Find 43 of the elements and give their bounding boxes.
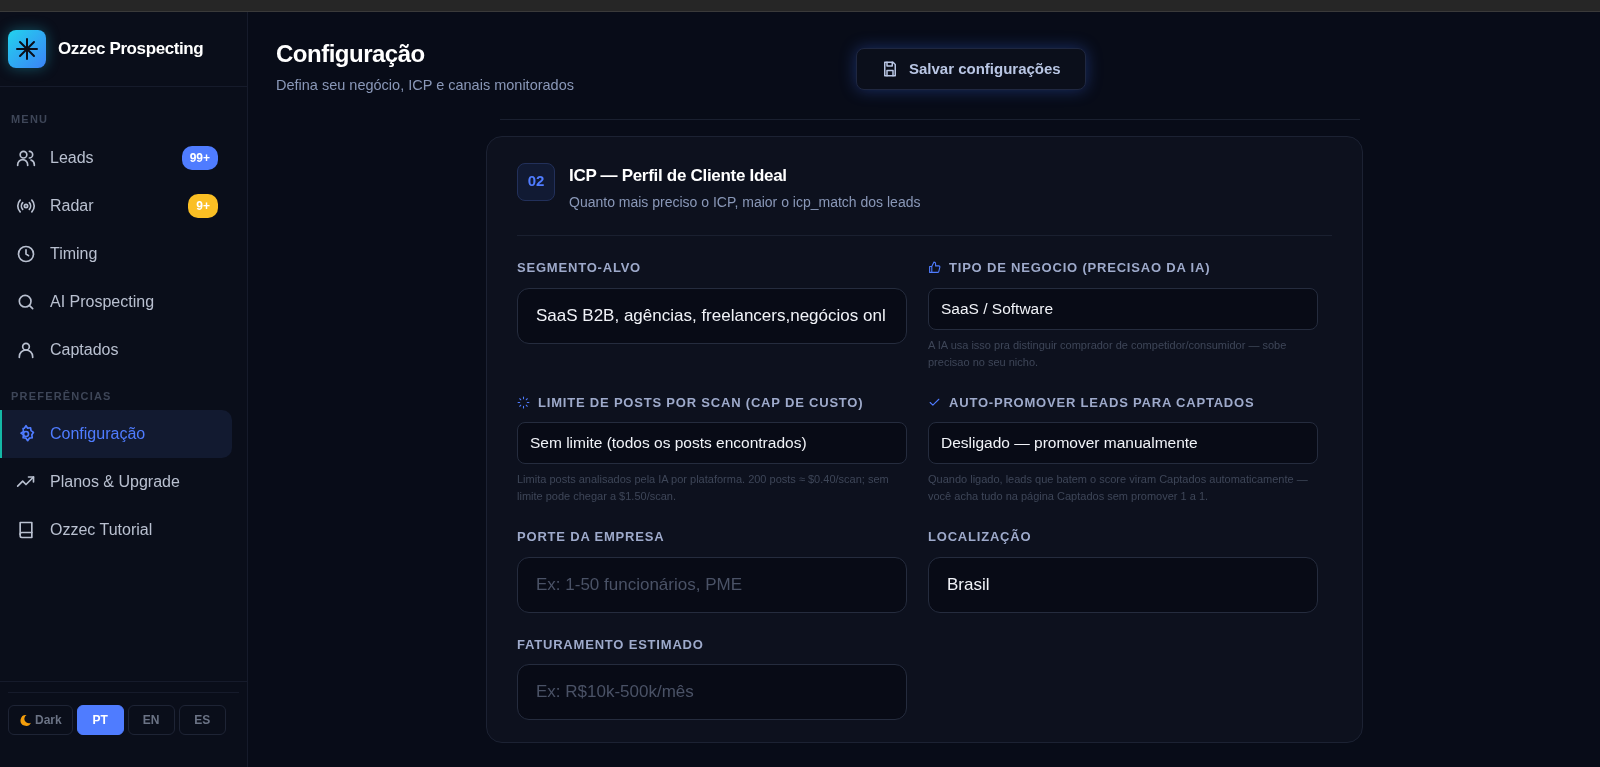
language-button[interactable]: ES — [178, 705, 226, 735]
section-title: MENU — [10, 112, 50, 127]
nav-item[interactable]: Configuração — [0, 410, 232, 458]
nav-item[interactable]: Planos & Upgrade — [0, 458, 232, 506]
select-field[interactable]: SaaS / Software — [928, 287, 1318, 330]
section-subtitle: Quanto mais preciso o ICP, maior o icp_match dos leads — [569, 193, 921, 213]
section-number: 02 — [517, 162, 555, 201]
page-title: Configuração — [276, 40, 426, 69]
nav-item[interactable]: Timing — [0, 229, 232, 278]
input-field[interactable]: Brasil — [928, 556, 1318, 613]
field-label: PORTE DA EMPRESA — [517, 528, 665, 547]
select-field[interactable]: Desligado — promover manualmente — [928, 422, 1318, 465]
clock-icon — [16, 243, 36, 264]
count-badge: 9+ — [188, 193, 218, 218]
brand-name: Ozzec Prospecting — [58, 38, 204, 61]
field-label: LIMITE DE POSTS POR SCAN (CAP DE CUSTO) — [538, 393, 864, 412]
field-label: FATURAMENTO ESTIMADO — [517, 635, 704, 654]
nav-item[interactable]: AI Prospecting — [0, 277, 232, 326]
count-badge: 99+ — [181, 145, 218, 170]
section-title: PREFERÊNCIAS — [10, 388, 113, 404]
input-field[interactable]: SaaS B2B, agências, freelancers,negócios onl — [517, 287, 907, 344]
field-label: SEGMENTO-ALVO — [517, 259, 642, 278]
select-field[interactable]: Sem limite (todos os posts encontrados) — [517, 422, 907, 465]
nav-item[interactable]: Captados — [0, 325, 232, 374]
language-button[interactable]: EN — [127, 705, 175, 735]
section-title: ICP — Perfil de Cliente Ideal — [569, 164, 788, 187]
field-label: TIPO DE NEGOCIO (PRECISAO DA IA) — [949, 259, 1211, 278]
nav-item[interactable]: Ozzec Tutorial — [0, 506, 232, 554]
language-button[interactable]: PT — [76, 705, 124, 735]
moon-icon — [19, 713, 32, 727]
field-label: AUTO-PROMOVER LEADS PARA CAPTADOS — [949, 393, 1255, 412]
nav-item[interactable]: Radar 9+ — [0, 181, 232, 230]
book-icon — [16, 520, 36, 540]
theme-toggle[interactable]: Dark — [8, 705, 73, 735]
page-subtitle: Defina seu negócio, ICP e canais monitorados — [276, 75, 574, 95]
input-field[interactable]: Ex: R$10k-500k/mês — [517, 664, 907, 721]
field-label: LOCALIZAÇÃO — [928, 528, 1032, 547]
app-logo — [8, 30, 46, 68]
loader-icon — [517, 395, 530, 409]
input-field[interactable]: Ex: 1-50 funcionários, PME — [517, 556, 907, 613]
thumbs-up-icon — [928, 261, 941, 275]
nav-item[interactable]: Leads 99+ — [0, 133, 232, 182]
save-button[interactable]: Salvar configurações — [855, 48, 1086, 90]
